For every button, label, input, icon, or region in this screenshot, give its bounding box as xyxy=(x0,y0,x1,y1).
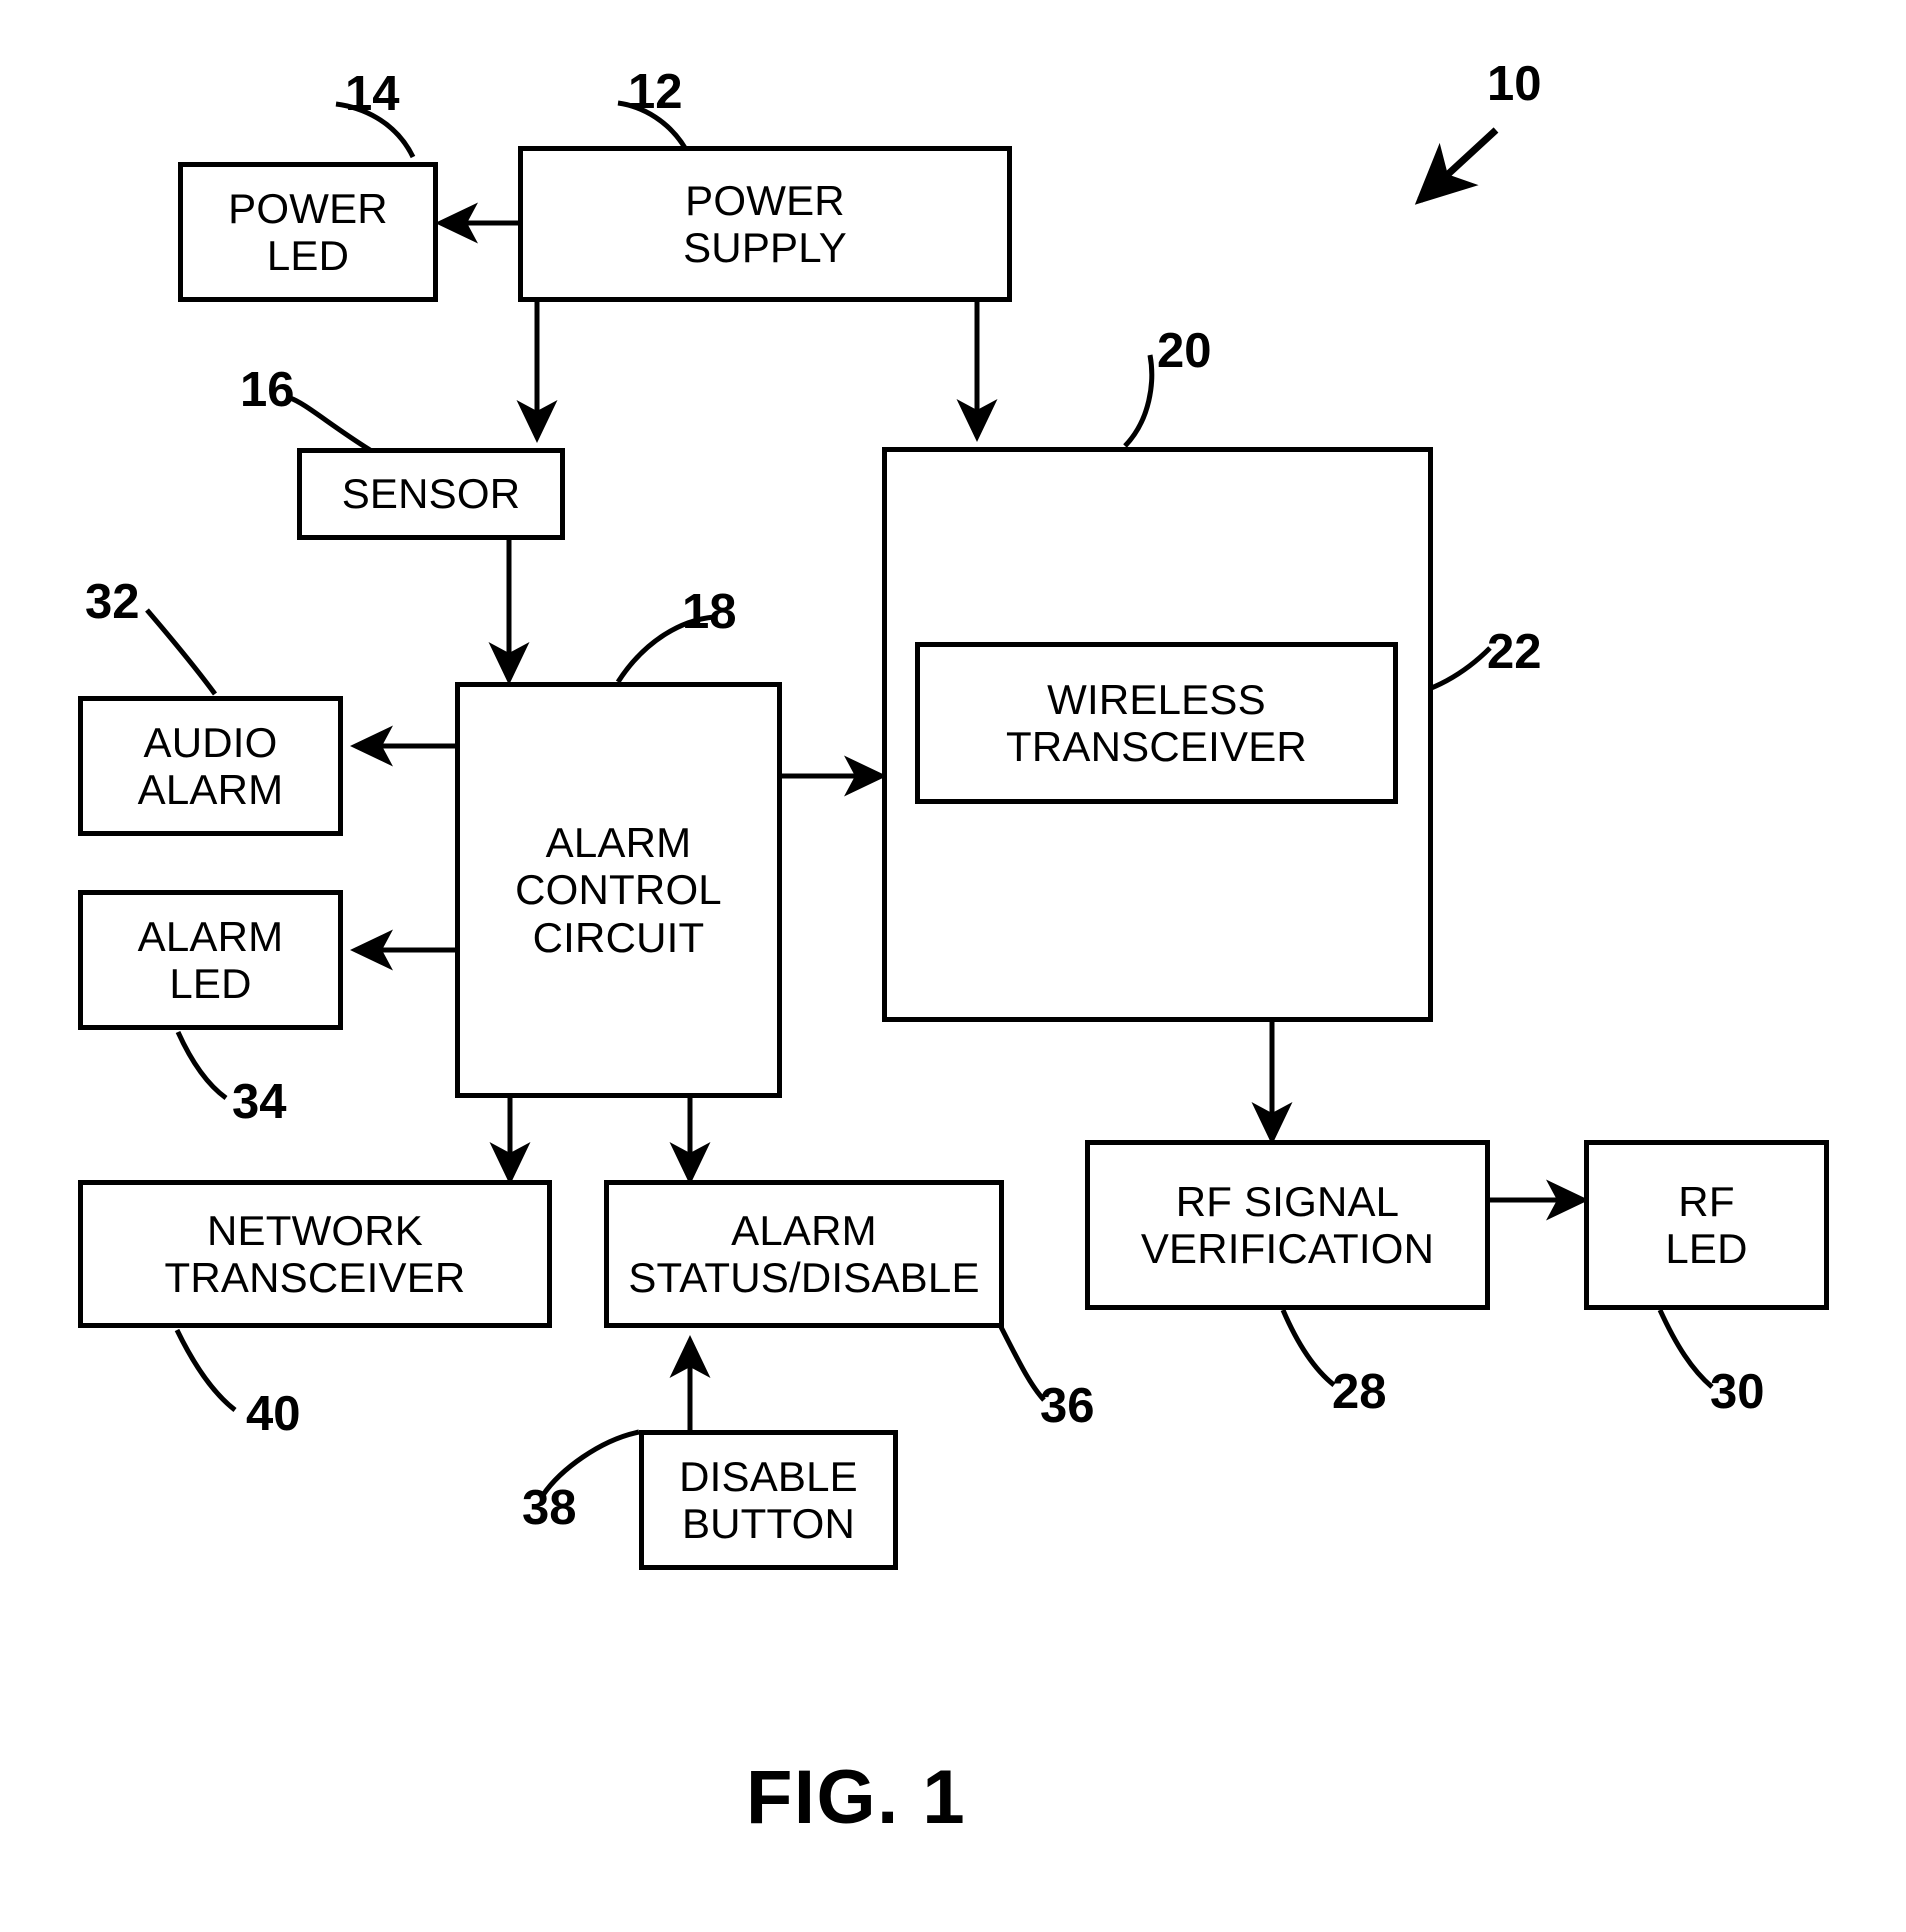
block-alarm-status-disable-label: ALARM STATUS/DISABLE xyxy=(628,1206,980,1301)
ref-numeral-40: 40 xyxy=(246,1387,301,1441)
block-power-led-label: POWER LED xyxy=(228,184,388,279)
leader-20 xyxy=(1123,354,1155,448)
ref-numeral-12: 12 xyxy=(628,65,683,119)
block-alarm-status-disable: ALARM STATUS/DISABLE xyxy=(604,1180,1004,1328)
leader-36 xyxy=(998,1325,1046,1402)
ref-numeral-22: 22 xyxy=(1487,625,1542,679)
ref-numeral-32: 32 xyxy=(85,575,140,629)
ref-numeral-10: 10 xyxy=(1487,57,1542,111)
ref-numeral-18: 18 xyxy=(682,585,737,639)
block-audio-alarm: AUDIO ALARM xyxy=(78,696,343,836)
leader-28 xyxy=(1280,1309,1336,1387)
block-alarm-led: ALARM LED xyxy=(78,890,343,1030)
block-power-supply: POWER SUPPLY xyxy=(518,146,1012,302)
block-disable-button: DISABLE BUTTON xyxy=(639,1430,898,1570)
block-rf-led: RF LED xyxy=(1584,1140,1829,1310)
block-network-transceiver: NETWORK TRANSCEIVER xyxy=(78,1180,552,1328)
block-sensor: SENSOR xyxy=(297,448,565,540)
figure-caption: FIG. 1 xyxy=(746,1755,967,1840)
ref-numeral-34: 34 xyxy=(232,1075,287,1129)
leader-30 xyxy=(1657,1308,1714,1389)
ref-numeral-16: 16 xyxy=(240,363,295,417)
block-wireless-transceiver: WIRELESS TRANSCEIVER xyxy=(915,642,1398,804)
ref-numeral-28: 28 xyxy=(1332,1365,1387,1419)
block-audio-alarm-label: AUDIO ALARM xyxy=(137,718,284,813)
ref-numeral-36: 36 xyxy=(1040,1379,1095,1433)
block-network-transceiver-label: NETWORK TRANSCEIVER xyxy=(164,1206,466,1301)
leader-32 xyxy=(145,608,218,696)
leader-16 xyxy=(289,395,372,453)
block-wireless-transceiver-label: WIRELESS TRANSCEIVER xyxy=(1006,675,1307,770)
block-rf-led-label: RF LED xyxy=(1665,1177,1748,1272)
block-power-supply-label: POWER SUPPLY xyxy=(683,176,847,271)
block-alarm-control-circuit: ALARM CONTROL CIRCUIT xyxy=(455,682,782,1098)
patent-figure: POWER LED POWER SUPPLY SENSOR ALARM CONT… xyxy=(0,0,1906,1932)
block-disable-button-label: DISABLE BUTTON xyxy=(679,1452,858,1547)
leader-40 xyxy=(174,1328,237,1412)
ref-numeral-30: 30 xyxy=(1710,1365,1765,1419)
ref-numeral-14: 14 xyxy=(345,67,400,121)
block-alarm-control-circuit-label: ALARM CONTROL CIRCUIT xyxy=(515,819,722,961)
block-rf-signal-verification-label: RF SIGNAL VERIFICATION xyxy=(1140,1177,1435,1272)
leader-34 xyxy=(175,1030,228,1101)
block-power-led: POWER LED xyxy=(178,162,438,302)
block-sensor-label: SENSOR xyxy=(341,470,521,518)
ref-numeral-38: 38 xyxy=(522,1481,577,1535)
system-ref-arrow xyxy=(1414,127,1499,205)
block-rf-signal-verification: RF SIGNAL VERIFICATION xyxy=(1085,1140,1490,1310)
ref-numeral-20: 20 xyxy=(1157,324,1212,378)
block-alarm-led-label: ALARM LED xyxy=(137,912,284,1007)
